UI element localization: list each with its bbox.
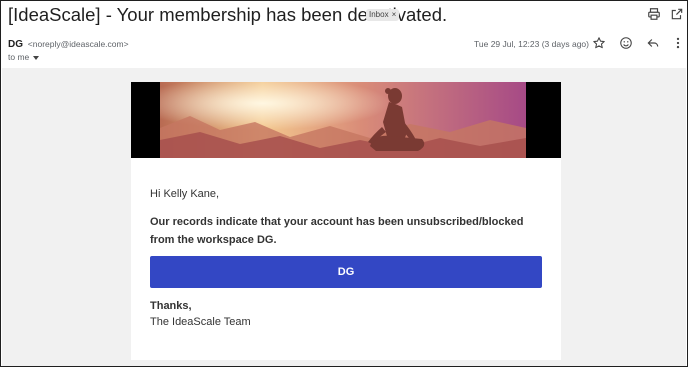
message-text: Our records indicate that your account h… (150, 216, 524, 246)
reply-icon[interactable] (644, 34, 662, 52)
hero-banner-image (131, 82, 561, 158)
workspace-button-label: DG (337, 266, 355, 278)
sender-name[interactable]: DG (8, 39, 23, 50)
remove-label-icon[interactable]: × (392, 10, 397, 19)
inbox-label-chip[interactable]: Inbox × (366, 9, 400, 21)
workspace-button[interactable]: DG (150, 256, 542, 288)
more-vertical-icon[interactable] (669, 34, 687, 52)
caret-down-icon[interactable] (33, 55, 40, 60)
signoff-text: Thanks, (150, 300, 192, 312)
recipient-details-toggle[interactable]: to me (8, 52, 40, 62)
recipient-label: to me (8, 52, 30, 62)
team-signature: The IdeaScale Team (150, 316, 251, 328)
emoji-icon[interactable] (617, 34, 635, 52)
print-icon[interactable] (645, 5, 663, 23)
sender-email: <noreply@ideascale.com> (27, 39, 129, 49)
greeting-text: Hi Kelly Kane, (150, 188, 220, 200)
email-date: Tue 29 Jul, 12:23 (3 days ago) (474, 39, 589, 49)
email-view: [IdeaScale] - Your membership has been d… (0, 0, 688, 367)
inbox-label-text: Inbox (369, 10, 389, 19)
open-in-new-window-icon[interactable] (668, 5, 686, 23)
email-card: Hi Kelly Kane, Our records indicate that… (131, 82, 561, 360)
subject-row: [IdeaScale] - Your membership has been d… (1, 1, 687, 31)
star-icon[interactable] (590, 34, 608, 52)
sender-line: DG <noreply@ideascale.com> (8, 39, 129, 50)
